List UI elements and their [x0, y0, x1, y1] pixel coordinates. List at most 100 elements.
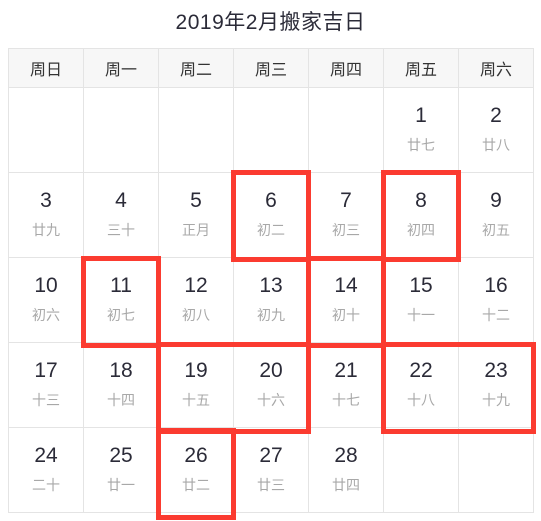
day-number: 18 [109, 359, 133, 382]
calendar-cell-inner: 19 十五 [159, 343, 233, 427]
calendar-cell-empty [8, 87, 84, 173]
day-lunar-label: 正月 [182, 222, 210, 238]
day-number: 13 [259, 274, 283, 297]
day-number: 6 [265, 189, 277, 212]
calendar-cell-day-12[interactable]: 12 初八 [158, 257, 234, 343]
day-lunar-label: 廿二 [182, 477, 210, 493]
weekday-header-tue: 周二 [158, 48, 234, 88]
day-number: 24 [34, 444, 58, 467]
calendar-cell-day-18[interactable]: 18 十四 [83, 342, 159, 428]
calendar-cell-inner: 3 廿九 [9, 173, 83, 257]
calendar-cell-inner: 15 十一 [384, 258, 458, 342]
calendar-cell-inner: 8 初四 [384, 173, 458, 257]
calendar-cell-day-3[interactable]: 3 廿九 [8, 172, 84, 258]
calendar-cell-day-23[interactable]: 23 十九 [458, 342, 534, 428]
day-number: 27 [259, 444, 283, 467]
calendar-cell-day-17[interactable]: 17 十三 [8, 342, 84, 428]
calendar-cell-inner: 11 初七 [84, 258, 158, 342]
day-number: 22 [409, 359, 433, 382]
day-lunar-label: 廿七 [407, 137, 435, 153]
day-lunar-label: 初五 [482, 222, 510, 238]
calendar-cell-inner: 28 廿四 [309, 428, 383, 512]
day-lunar-label: 廿一 [107, 477, 135, 493]
calendar-cell-inner: 6 初二 [234, 173, 308, 257]
day-number: 17 [34, 359, 58, 382]
day-number: 16 [484, 274, 508, 297]
calendar-cell-empty [458, 427, 534, 513]
day-number: 5 [190, 189, 202, 212]
day-number: 20 [259, 359, 283, 382]
calendar-cell-day-15[interactable]: 15 十一 [383, 257, 459, 343]
calendar-header-row: 周日 周一 周二 周三 周四 周五 周六 [8, 48, 534, 88]
calendar-cell-day-7[interactable]: 7 初三 [308, 172, 384, 258]
day-lunar-label: 初三 [332, 222, 360, 238]
calendar-cell-inner: 14 初十 [309, 258, 383, 342]
calendar-cell-day-13[interactable]: 13 初九 [233, 257, 309, 343]
day-lunar-label: 初九 [257, 307, 285, 323]
day-number: 9 [490, 189, 502, 212]
day-lunar-label: 三十 [107, 222, 135, 238]
calendar-cell-inner: 21 十七 [309, 343, 383, 427]
calendar-cell-inner: 1 廿七 [384, 88, 458, 172]
weekday-header-sat: 周六 [458, 48, 534, 88]
calendar-cell-day-14[interactable]: 14 初十 [308, 257, 384, 343]
calendar-cell-inner: 4 三十 [84, 173, 158, 257]
day-lunar-label: 初七 [107, 307, 135, 323]
day-number: 1 [415, 104, 427, 127]
weekday-header-thu: 周四 [308, 48, 384, 88]
day-lunar-label: 十六 [257, 392, 285, 408]
calendar-cell-day-28[interactable]: 28 廿四 [308, 427, 384, 513]
day-number: 10 [34, 274, 58, 297]
day-number: 28 [334, 444, 358, 467]
calendar-cell-day-10[interactable]: 10 初六 [8, 257, 84, 343]
day-lunar-label: 廿四 [332, 477, 360, 493]
day-lunar-label: 初二 [257, 222, 285, 238]
weekday-header-mon: 周一 [83, 48, 159, 88]
calendar-cell-inner: 16 十二 [459, 258, 533, 342]
calendar-cell-day-5[interactable]: 5 正月 [158, 172, 234, 258]
day-number: 26 [184, 444, 208, 467]
calendar-cell-empty [158, 87, 234, 173]
day-lunar-label: 初六 [32, 307, 60, 323]
calendar-cell-inner: 26 廿二 [159, 428, 233, 512]
calendar-cell-empty [83, 87, 159, 173]
calendar-table: 周日 周一 周二 周三 周四 周五 周六 1 廿七 2 廿八 3 廿九 4 三十 5 正月 6 初二 7… [8, 48, 534, 513]
page-title: 2019年2月搬家吉日 [175, 11, 366, 34]
calendar-cell-day-20[interactable]: 20 十六 [233, 342, 309, 428]
calendar-week-row: 1 廿七 2 廿八 [8, 87, 534, 173]
calendar-cell-day-4[interactable]: 4 三十 [83, 172, 159, 258]
calendar-cell-day-25[interactable]: 25 廿一 [83, 427, 159, 513]
calendar-cell-empty [308, 87, 384, 173]
calendar-cell-day-8[interactable]: 8 初四 [383, 172, 459, 258]
calendar-cell-inner: 22 十八 [384, 343, 458, 427]
day-lunar-label: 廿九 [32, 222, 60, 238]
day-lunar-label: 初十 [332, 307, 360, 323]
day-number: 8 [415, 189, 427, 212]
day-number: 21 [334, 359, 358, 382]
day-lunar-label: 十一 [407, 307, 435, 323]
calendar-cell-inner: 2 廿八 [459, 88, 533, 172]
day-lunar-label: 廿八 [482, 137, 510, 153]
day-number: 4 [115, 189, 127, 212]
calendar-cell-day-26[interactable]: 26 廿二 [158, 427, 234, 513]
calendar-cell-day-21[interactable]: 21 十七 [308, 342, 384, 428]
day-lunar-label: 廿三 [257, 477, 285, 493]
calendar-week-row: 17 十三 18 十四 19 十五 20 十六 21 十七 22 十八 23 十九 [8, 342, 534, 428]
calendar-cell-day-9[interactable]: 9 初五 [458, 172, 534, 258]
calendar-cell-day-6[interactable]: 6 初二 [233, 172, 309, 258]
day-lunar-label: 十五 [182, 392, 210, 408]
calendar-cell-day-22[interactable]: 22 十八 [383, 342, 459, 428]
day-lunar-label: 十三 [32, 392, 60, 408]
calendar-week-row: 10 初六 11 初七 12 初八 13 初九 14 初十 15 十一 16 十二 [8, 257, 534, 343]
calendar-cell-day-2[interactable]: 2 廿八 [458, 87, 534, 173]
calendar-cell-day-24[interactable]: 24 二十 [8, 427, 84, 513]
calendar-cell-day-16[interactable]: 16 十二 [458, 257, 534, 343]
calendar-cell-day-19[interactable]: 19 十五 [158, 342, 234, 428]
calendar-cell-day-11[interactable]: 11 初七 [83, 257, 159, 343]
calendar-cell-inner: 20 十六 [234, 343, 308, 427]
calendar-cell-day-1[interactable]: 1 廿七 [383, 87, 459, 173]
day-number: 11 [110, 274, 132, 297]
calendar-cell-inner: 12 初八 [159, 258, 233, 342]
weekday-header-sun: 周日 [8, 48, 84, 88]
calendar-cell-day-27[interactable]: 27 廿三 [233, 427, 309, 513]
